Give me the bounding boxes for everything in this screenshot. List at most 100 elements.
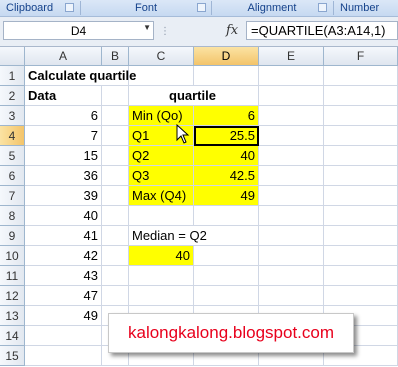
cell-e5[interactable] — [259, 146, 324, 166]
cell-d6[interactable]: 42.5 — [194, 166, 259, 186]
row-header-14[interactable]: 14 — [0, 326, 25, 346]
cell-f11[interactable] — [324, 266, 398, 286]
cell-b4[interactable] — [102, 126, 129, 146]
cell-b3[interactable] — [102, 106, 129, 126]
ribbon-group-font[interactable]: Font — [84, 0, 208, 16]
row-header-6[interactable]: 6 — [0, 166, 25, 186]
cell-b11[interactable] — [102, 266, 129, 286]
cell-c10[interactable]: 40 — [129, 246, 194, 266]
cell-a7[interactable]: 39 — [25, 186, 102, 206]
row-header-4[interactable]: 4 — [0, 126, 25, 146]
cell-b5[interactable] — [102, 146, 129, 166]
cell-c6[interactable]: Q3 — [129, 166, 194, 186]
ribbon-group-alignment[interactable]: Alignment — [215, 0, 329, 16]
cell-e7[interactable] — [259, 186, 324, 206]
row-header-15[interactable]: 15 — [0, 346, 25, 366]
row-header-2[interactable]: 2 — [0, 86, 25, 106]
row-header-7[interactable]: 7 — [0, 186, 25, 206]
cell-f7[interactable] — [324, 186, 398, 206]
cell-d11[interactable] — [194, 266, 259, 286]
cell-e6[interactable] — [259, 166, 324, 186]
insert-function-icon[interactable]: fx — [226, 23, 238, 38]
dialog-launcher-icon[interactable] — [318, 3, 327, 12]
cell-a10[interactable]: 42 — [25, 246, 102, 266]
cell-b2[interactable] — [102, 86, 129, 106]
cell-f5[interactable] — [324, 146, 398, 166]
cell-d4[interactable]: 25.5 — [194, 126, 259, 146]
cell-b9[interactable] — [102, 226, 129, 246]
column-header-a[interactable]: A — [25, 47, 102, 66]
cell-e12[interactable] — [259, 286, 324, 306]
cell-e8[interactable] — [259, 206, 324, 226]
cell-e3[interactable] — [259, 106, 324, 126]
row-header-1[interactable]: 1 — [0, 66, 25, 86]
ribbon-group-number[interactable]: Number — [340, 0, 398, 16]
cell-f1[interactable] — [324, 66, 398, 86]
cell-c7[interactable]: Max (Q4) — [129, 186, 194, 206]
cell-c3[interactable]: Min (Qo) — [129, 106, 194, 126]
column-header-f[interactable]: F — [324, 47, 398, 66]
cell-e1[interactable] — [259, 66, 324, 86]
cell-f8[interactable] — [324, 206, 398, 226]
resize-handle-icon[interactable]: ⋮ — [160, 26, 170, 37]
cell-c8[interactable] — [129, 206, 194, 226]
cell-d8[interactable] — [194, 206, 259, 226]
cell-f9[interactable] — [324, 226, 398, 246]
cell-b8[interactable] — [102, 206, 129, 226]
select-all-corner[interactable] — [0, 47, 25, 66]
row-header-10[interactable]: 10 — [0, 246, 25, 266]
cell-d10[interactable] — [194, 246, 259, 266]
column-header-e[interactable]: E — [259, 47, 324, 66]
row-header-3[interactable]: 3 — [0, 106, 25, 126]
row-header-5[interactable]: 5 — [0, 146, 25, 166]
cell-e10[interactable] — [259, 246, 324, 266]
cell-a12[interactable]: 47 — [25, 286, 102, 306]
cell-f3[interactable] — [324, 106, 398, 126]
column-header-b[interactable]: B — [102, 47, 129, 66]
cell-c11[interactable] — [129, 266, 194, 286]
cell-f2[interactable] — [324, 86, 398, 106]
column-header-c[interactable]: C — [129, 47, 194, 66]
cell-e11[interactable] — [259, 266, 324, 286]
cell-a13[interactable]: 49 — [25, 306, 102, 326]
cell-f4[interactable] — [324, 126, 398, 146]
cell-a4[interactable]: 7 — [25, 126, 102, 146]
row-header-13[interactable]: 13 — [0, 306, 25, 326]
cell-a3[interactable]: 6 — [25, 106, 102, 126]
row-header-8[interactable]: 8 — [0, 206, 25, 226]
formula-input[interactable]: =QUARTILE(A3:A14,1) — [246, 21, 398, 40]
cell-a5[interactable]: 15 — [25, 146, 102, 166]
row-header-11[interactable]: 11 — [0, 266, 25, 286]
cell-b12[interactable] — [102, 286, 129, 306]
cell-b6[interactable] — [102, 166, 129, 186]
cell-a9[interactable]: 41 — [25, 226, 102, 246]
cell-a8[interactable]: 40 — [25, 206, 102, 226]
cell-f10[interactable] — [324, 246, 398, 266]
column-header-d[interactable]: D — [194, 47, 259, 66]
cell-b7[interactable] — [102, 186, 129, 206]
cell-c5[interactable]: Q2 — [129, 146, 194, 166]
cell-b10[interactable] — [102, 246, 129, 266]
cell-f12[interactable] — [324, 286, 398, 306]
cell-c2[interactable]: quartile — [129, 86, 259, 106]
cell-d12[interactable] — [194, 286, 259, 306]
cell-e9[interactable] — [259, 226, 324, 246]
cell-a11[interactable]: 43 — [25, 266, 102, 286]
cell-f6[interactable] — [324, 166, 398, 186]
cell-a2[interactable]: Data — [25, 86, 102, 106]
cell-e2[interactable] — [259, 86, 324, 106]
dialog-launcher-icon[interactable] — [65, 3, 74, 12]
cell-d5[interactable]: 40 — [194, 146, 259, 166]
ribbon-group-clipboard[interactable]: Clipboard — [6, 0, 76, 16]
cell-d3[interactable]: 6 — [194, 106, 259, 126]
row-header-12[interactable]: 12 — [0, 286, 25, 306]
name-box[interactable]: D4 ▼ — [3, 21, 154, 40]
cell-a1[interactable]: Calculate quartile — [25, 66, 225, 86]
cell-a15[interactable] — [25, 346, 102, 366]
cell-e4[interactable] — [259, 126, 324, 146]
chevron-down-icon[interactable]: ▼ — [143, 23, 151, 32]
cell-a14[interactable] — [25, 326, 102, 346]
cell-c12[interactable] — [129, 286, 194, 306]
dialog-launcher-icon[interactable] — [197, 3, 206, 12]
cell-c9[interactable]: Median = Q2 — [129, 226, 259, 246]
